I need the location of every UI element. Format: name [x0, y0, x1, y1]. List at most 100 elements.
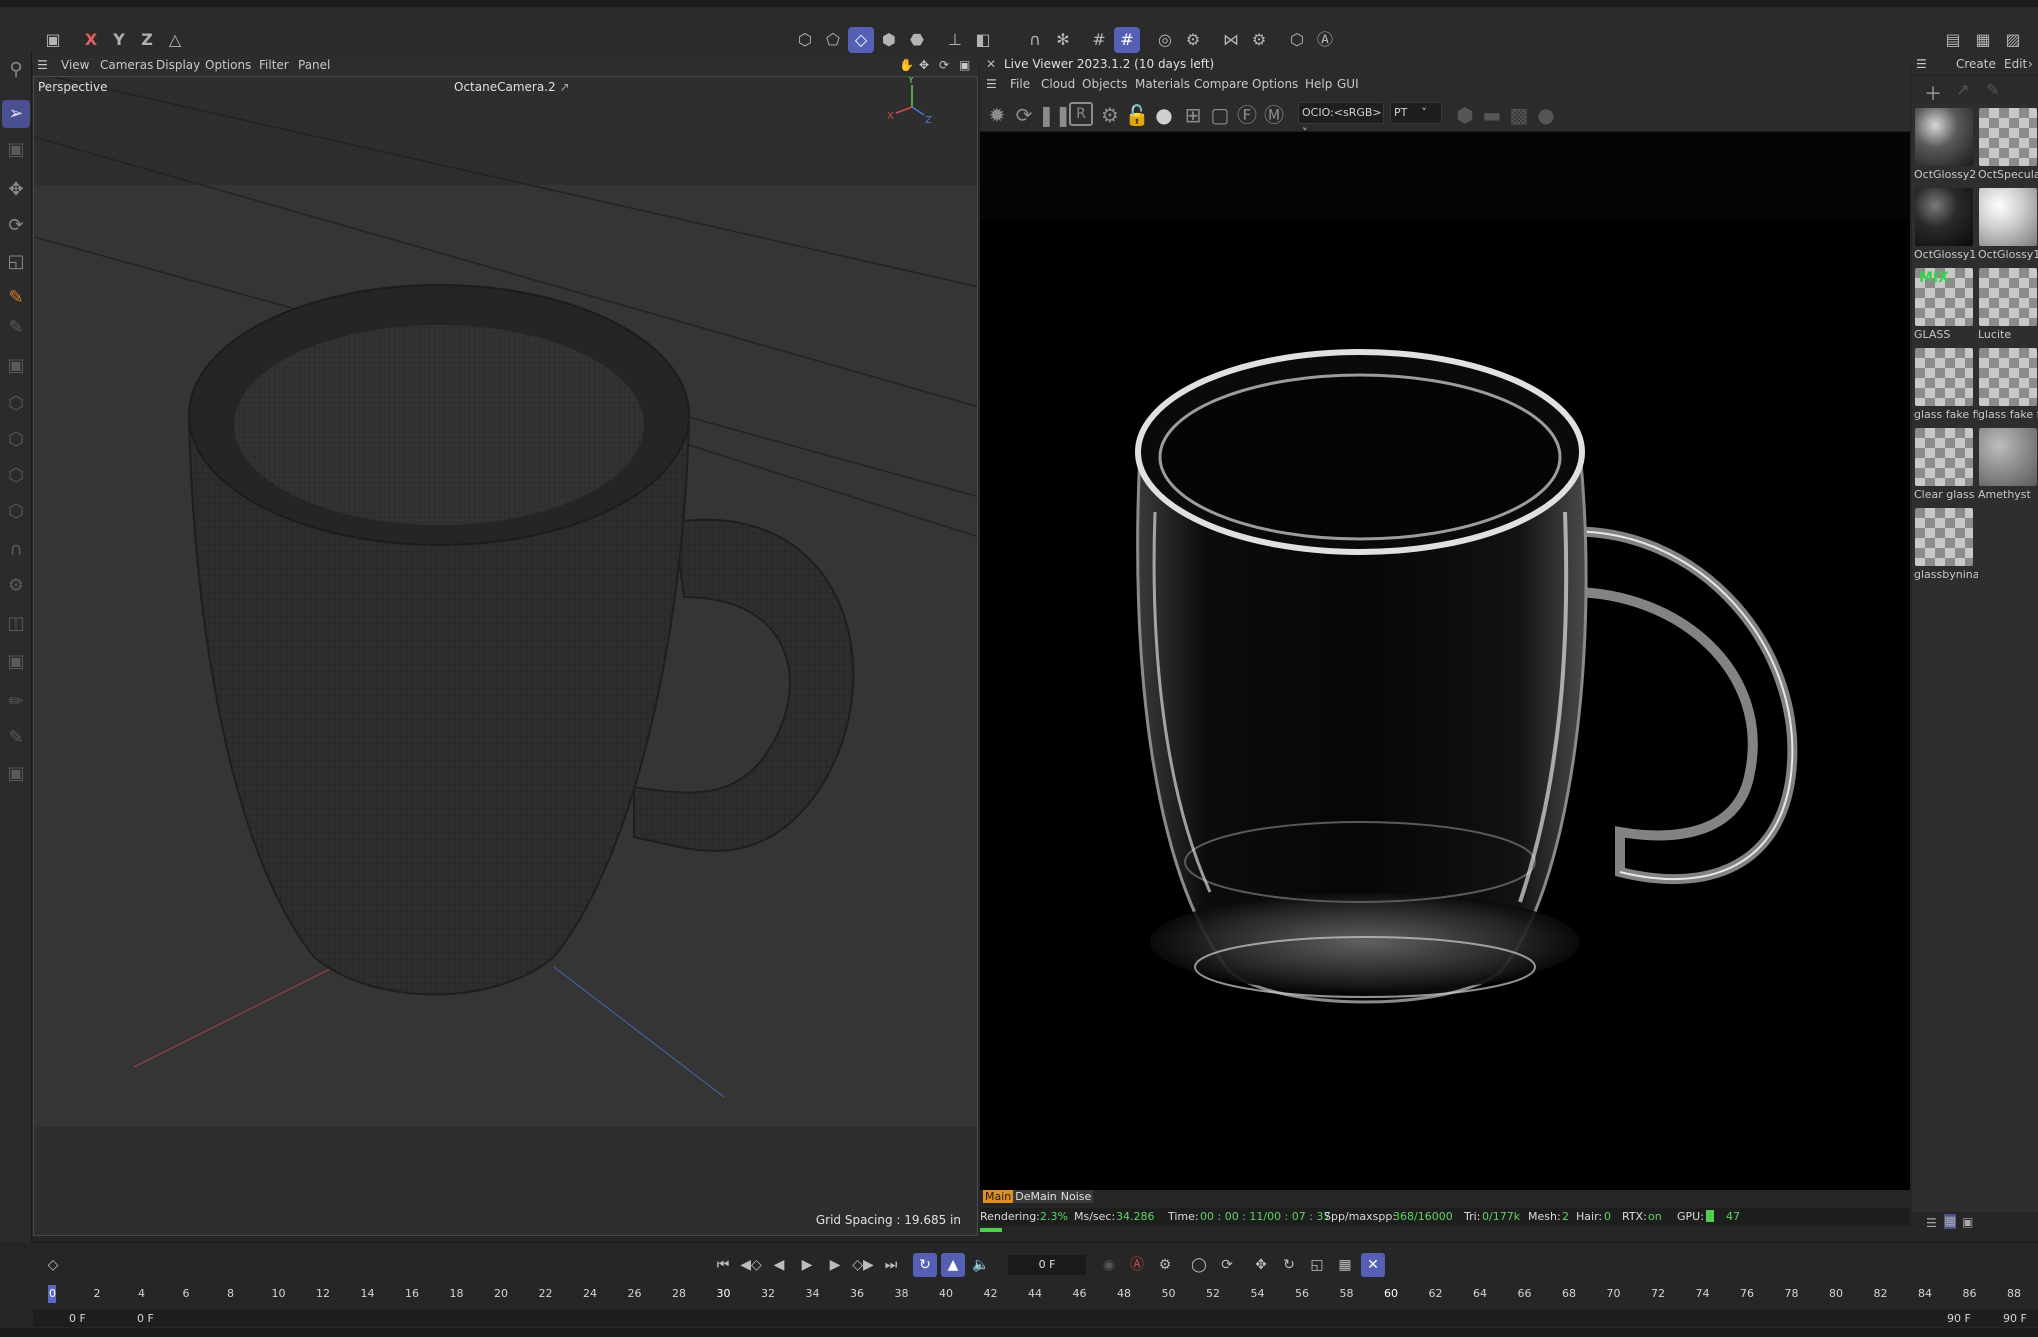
- pause-render-icon[interactable]: ❚❚: [1038, 102, 1072, 128]
- active-camera-label[interactable]: OctaneCamera.2 ↗: [454, 80, 570, 94]
- preview-start-field[interactable]: 0 F: [137, 1312, 154, 1325]
- menu-panel[interactable]: Panel: [298, 58, 330, 72]
- material-menu-edit[interactable]: Edit: [2004, 57, 2027, 71]
- menu-options[interactable]: Options: [205, 58, 251, 72]
- cube-icon[interactable]: ⬡: [2, 390, 30, 418]
- move-tool-icon[interactable]: ✥: [2, 176, 30, 204]
- material-item[interactable]: glass fake fi: [1976, 346, 2038, 426]
- menu-cameras[interactable]: Cameras: [100, 58, 153, 72]
- dolly-view-icon[interactable]: ✥: [919, 58, 929, 72]
- large-view-icon[interactable]: ▣: [1962, 1215, 1973, 1229]
- rotate-view-icon[interactable]: ⟳: [939, 58, 949, 72]
- live-selection-icon[interactable]: ▣: [2, 352, 30, 380]
- film-icon[interactable]: ▬: [1479, 102, 1505, 128]
- previous-key-icon[interactable]: ◀◇: [739, 1253, 763, 1277]
- preview-end-field[interactable]: 90 F: [1947, 1312, 1971, 1325]
- material-ball-icon[interactable]: ●: [1151, 102, 1177, 128]
- material-item[interactable]: OctGlossy1: [1976, 186, 2038, 266]
- material-item[interactable]: Amethyst: [1976, 426, 2038, 506]
- pan-view-icon[interactable]: ✋: [899, 58, 914, 72]
- material-item[interactable]: glass fake fi: [1912, 346, 1978, 426]
- menu-display[interactable]: Display: [156, 58, 200, 72]
- lv-menu-materials[interactable]: Materials: [1135, 77, 1190, 91]
- cube-point-icon[interactable]: ⬡: [2, 498, 30, 526]
- brush-icon[interactable]: ✎: [2, 724, 30, 752]
- next-frame-icon[interactable]: ▶: [823, 1253, 847, 1277]
- live-viewer-hamburger-icon[interactable]: ☰: [986, 77, 997, 91]
- send-scene-icon[interactable]: ✹: [984, 102, 1010, 128]
- object-mode-icon[interactable]: ⬠: [820, 27, 846, 53]
- bend-icon[interactable]: ∩: [2, 536, 30, 564]
- add-region-icon[interactable]: ⊞: [1180, 102, 1206, 128]
- y-axis-lock-button[interactable]: Y: [106, 27, 132, 53]
- search-icon[interactable]: ⚲: [2, 56, 30, 84]
- lv-menu-options[interactable]: Options: [1252, 77, 1298, 91]
- autokey-icon[interactable]: Ⓐ: [1125, 1253, 1149, 1277]
- workplane-icon[interactable]: #: [1114, 27, 1140, 53]
- pencil-icon[interactable]: ✎: [1986, 80, 1999, 99]
- grid-icon[interactable]: #: [1086, 27, 1112, 53]
- octane-a-icon[interactable]: Ⓐ: [1312, 27, 1338, 53]
- maximize-view-icon[interactable]: ▣: [959, 58, 970, 72]
- go-to-end-icon[interactable]: ⏭: [879, 1253, 903, 1277]
- polygon-mode-icon[interactable]: ◇: [848, 27, 874, 53]
- pass-demain-tab[interactable]: DeMain: [1013, 1190, 1059, 1203]
- settings-gear-icon[interactable]: ⚙: [1246, 27, 1272, 53]
- material-item[interactable]: OctGlossy1: [1912, 186, 1976, 266]
- grid-view-icon[interactable]: ▦: [1944, 1214, 1957, 1229]
- render-output[interactable]: [980, 132, 1910, 1190]
- key-scale-icon[interactable]: ◱: [1305, 1253, 1329, 1277]
- key-rotate-icon[interactable]: ↻: [1277, 1253, 1301, 1277]
- material-menu-create[interactable]: Create: [1956, 57, 1996, 71]
- snap-settings-icon[interactable]: ✻: [1050, 27, 1076, 53]
- color-space-select[interactable]: OCIO:<sRGB> ˅: [1298, 102, 1384, 139]
- play-icon[interactable]: ▶: [795, 1253, 819, 1277]
- pass-main-tab[interactable]: Main: [983, 1190, 1014, 1203]
- end-frame-field[interactable]: 90 F: [2003, 1312, 2027, 1325]
- select-tool-icon[interactable]: ➢: [2, 100, 30, 128]
- close-icon[interactable]: ✕: [986, 57, 996, 71]
- scale-tool-icon[interactable]: ◱: [2, 248, 30, 276]
- record-icon[interactable]: ◉: [1097, 1253, 1121, 1277]
- cylinder-icon[interactable]: ◫: [2, 610, 30, 638]
- key-param-icon[interactable]: ▦: [1333, 1253, 1357, 1277]
- material-item[interactable]: OctGlossy2: [1912, 106, 1976, 186]
- render-settings-icon[interactable]: ⚙: [1180, 27, 1206, 53]
- material-picker-icon[interactable]: Ⓜ: [1261, 102, 1287, 128]
- film-region-icon[interactable]: ▢: [1207, 102, 1233, 128]
- point-mode-icon[interactable]: ⬣: [904, 27, 930, 53]
- arrow-icon[interactable]: ↗: [1956, 80, 1969, 99]
- start-frame-field[interactable]: 0 F: [69, 1312, 86, 1325]
- key-pla-icon[interactable]: ✕: [1361, 1253, 1385, 1277]
- menu-view[interactable]: View: [61, 58, 89, 72]
- coordinate-system-icon[interactable]: △: [162, 27, 188, 53]
- lv-menu-objects[interactable]: Objects: [1082, 77, 1127, 91]
- hexagon-icon[interactable]: ⬢: [1452, 102, 1478, 128]
- fps-icon[interactable]: ▲: [941, 1253, 965, 1277]
- sculpt-tool-icon[interactable]: ✎: [2, 314, 30, 342]
- record-position-icon[interactable]: ◯: [1187, 1253, 1211, 1277]
- lv-menu-file[interactable]: File: [1010, 77, 1030, 91]
- axis-mode-icon[interactable]: ⊥: [942, 27, 968, 53]
- boole-icon[interactable]: ▣: [2, 648, 30, 676]
- paint-tool-icon[interactable]: ✎: [2, 284, 30, 312]
- perspective-viewport[interactable]: Y X Z Perspective OctaneCamera.2 ↗ Grid …: [33, 76, 978, 1236]
- material-item[interactable]: OctSpecular: [1976, 106, 2038, 186]
- menu-filter[interactable]: Filter: [259, 58, 289, 72]
- focus-picker-icon[interactable]: Ⓕ: [1234, 102, 1260, 128]
- model-mode-icon[interactable]: ⬡: [792, 27, 818, 53]
- lv-menu-compare[interactable]: Compare: [1194, 77, 1248, 91]
- gear-deformer-icon[interactable]: ⚙: [2, 572, 30, 600]
- sound-icon[interactable]: 🔈: [969, 1253, 993, 1277]
- z-axis-lock-button[interactable]: Z: [134, 27, 160, 53]
- cube-edge-icon[interactable]: ⬡: [2, 462, 30, 490]
- key-point-icon[interactable]: ✥: [1249, 1253, 1273, 1277]
- magnet-icon[interactable]: ▣: [2, 760, 30, 788]
- lv-menu-help[interactable]: Help: [1305, 77, 1332, 91]
- render-settings-gear-icon[interactable]: ⚙: [1097, 102, 1123, 128]
- box-select-icon[interactable]: ▣: [2, 136, 30, 164]
- x-axis-lock-button[interactable]: X: [78, 27, 104, 53]
- material-item[interactable]: Lucite: [1976, 266, 2038, 346]
- keyframe-diamond-icon[interactable]: ◇: [41, 1253, 65, 1277]
- camera-link-icon[interactable]: ↗: [559, 80, 569, 94]
